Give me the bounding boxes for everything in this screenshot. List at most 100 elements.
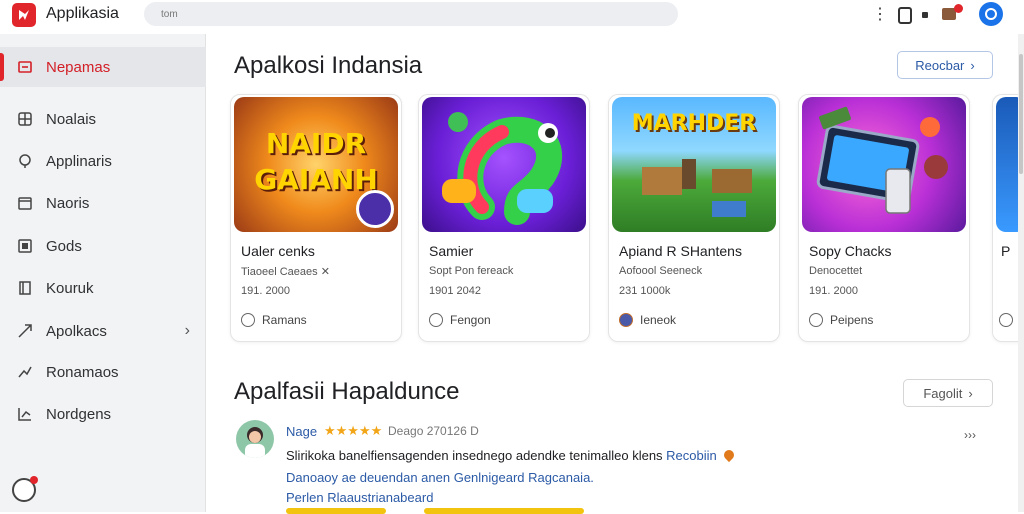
search-input[interactable]: tom — [144, 2, 678, 26]
sidebar-item-ronamaos[interactable]: Ronamaos — [0, 352, 206, 392]
sidebar-item-label: Noalais — [46, 110, 97, 128]
app-logo-icon[interactable] — [12, 3, 36, 27]
sidebar-item-noalais[interactable]: Noalais — [0, 99, 206, 139]
review-text-line: Slirikoka banelfiensagenden insednego ad… — [286, 447, 737, 463]
button-label: Reocbar — [915, 57, 965, 73]
app-thumbnail — [422, 97, 586, 232]
card-meta: 231 1000k — [619, 285, 671, 297]
sidebar-item-applinaris[interactable]: Applinaris — [0, 141, 206, 181]
card-footer-label: Fengon — [450, 313, 491, 327]
card-title: Apiand R SHantens — [619, 243, 742, 259]
scrollbar[interactable] — [1018, 34, 1024, 512]
app-title: Applikasia — [46, 5, 119, 22]
app-card[interactable]: Sopy Chacks Denocettet 191. 2000 Peipens — [798, 94, 970, 342]
section-title: Apalfasii Hapaldunce — [234, 378, 460, 405]
more-vert-icon[interactable]: ⋮ — [872, 4, 888, 24]
badge-icon — [356, 190, 394, 228]
review-link-line[interactable]: Danoaoy ae deuendan anen Genlnigeard Rag… — [286, 470, 594, 485]
card-subtitle: Aofoool Seeneck — [619, 265, 703, 277]
card-meta: 191. 2000 — [809, 285, 858, 297]
card-subtitle: Denocettet — [809, 265, 863, 277]
main-content: Apalkosi Indansia Reocbar › NAIDR GAIANH… — [206, 34, 1024, 514]
sidebar-item-naoris[interactable]: Naoris — [0, 183, 206, 223]
review-link[interactable]: Recobiin — [666, 448, 717, 463]
card-title: Sopy Chacks — [809, 243, 892, 259]
more-options-icon[interactable]: ››› — [964, 428, 976, 442]
trend-icon — [16, 363, 34, 381]
app-thumbnail: MARHDER — [612, 97, 776, 232]
card-subtitle: Sopt Pon fereack — [429, 265, 514, 277]
sidebar-item-label: Kouruk — [46, 279, 94, 297]
sidebar-item-label: Nordgens — [46, 405, 112, 423]
app-card[interactable]: MARHDER Apiand R SHantens Aofoool Seenec… — [608, 94, 780, 342]
sidebar-item-label: Gods — [46, 237, 82, 255]
card-meta: 191. 2000 — [241, 285, 290, 297]
chevron-right-icon: › — [970, 57, 975, 73]
heart-icon — [722, 447, 737, 463]
calendar-icon — [16, 194, 34, 212]
library-icon — [16, 237, 34, 255]
chart-icon — [16, 405, 34, 423]
sidebar-item-label: Apolkacs — [46, 322, 107, 340]
card-footer: Peipens — [809, 313, 873, 327]
sidebar: Nepamas Noalais Applinaris Naoris Gods K… — [0, 34, 206, 512]
app-thumbnail — [802, 97, 966, 232]
app-thumbnail: NAIDR GAIANH — [234, 97, 398, 232]
sidebar-item-label: Ronamaos — [46, 363, 119, 381]
card-subtitle: Tiaoeel Caeaes ✕ — [241, 266, 330, 278]
avatar-icon — [619, 313, 633, 327]
device-icon[interactable] — [898, 7, 912, 24]
sidebar-item-kouruk[interactable]: Kouruk — [0, 268, 206, 308]
book-icon — [16, 279, 34, 297]
profile-icon[interactable] — [979, 2, 1003, 26]
sidebar-item-label: Nepamas — [46, 58, 111, 76]
assistant-button[interactable] — [12, 476, 38, 502]
notification-badge — [954, 4, 963, 13]
chat-icon — [999, 313, 1013, 327]
sidebar-item-label: Naoris — [46, 194, 90, 212]
card-footer — [999, 313, 1013, 327]
thumbnail-text: NAIDR — [265, 127, 367, 160]
sidebar-item-label: Applinaris — [46, 152, 112, 170]
send-icon — [16, 322, 34, 340]
chat-icon — [429, 313, 443, 327]
section-more-button[interactable]: Reocbar › — [897, 51, 993, 79]
review-date: Deago 270126 D — [388, 424, 479, 438]
action-chip[interactable] — [424, 508, 584, 514]
card-footer-label: Ieneok — [640, 313, 677, 327]
chevron-right-icon: › — [968, 385, 973, 401]
pin-icon — [16, 152, 34, 170]
section-title: Apalkosi Indansia — [234, 52, 423, 79]
card-footer: Fengon — [429, 313, 491, 327]
sidebar-item-nepamas[interactable]: Nepamas — [0, 47, 206, 87]
card-title: Ualer cenks — [241, 243, 315, 259]
card-title: Samier — [429, 243, 474, 259]
sidebar-item-nordgens[interactable]: Nordgens — [0, 394, 206, 434]
app-card[interactable]: NAIDR GAIANH Ualer cenks Tiaoeel Caeaes … — [230, 94, 402, 342]
card-title: P — [1001, 243, 1011, 259]
button-label: Fagolit — [923, 385, 963, 401]
grid-icon — [16, 110, 34, 128]
avatar — [236, 420, 274, 458]
card-footer: Ieneok — [619, 313, 676, 327]
section-more-button[interactable]: Fagolit › — [903, 379, 993, 407]
star-rating: ★★★★★ — [324, 423, 383, 438]
dot-icon — [922, 12, 928, 18]
sidebar-item-gods[interactable]: Gods — [0, 226, 206, 266]
scrollbar-thumb[interactable] — [1019, 54, 1023, 174]
chat-icon — [809, 313, 823, 327]
clock-icon — [241, 313, 255, 327]
action-chip[interactable] — [286, 508, 386, 514]
home-icon — [16, 58, 34, 76]
card-footer-label: Ramans — [262, 313, 307, 327]
sidebar-item-apolkacs[interactable]: Apolkacs › — [0, 311, 206, 351]
card-footer: Ramans — [241, 313, 307, 327]
reviewer-name[interactable]: Nage — [286, 424, 317, 439]
app-card[interactable]: Samier Sopt Pon fereack 1901 2042 Fengon — [418, 94, 590, 342]
card-footer-label: Peipens — [830, 313, 874, 327]
review-text: Slirikoka banelfiensagenden insednego ad… — [286, 448, 667, 463]
chevron-right-icon[interactable]: › — [185, 322, 190, 340]
review-link-line[interactable]: Perlen Rlaaustrianabeard — [286, 490, 433, 505]
top-bar: Applikasia tom ⋮ — [0, 0, 1024, 34]
card-meta: 1901 2042 — [429, 285, 481, 297]
